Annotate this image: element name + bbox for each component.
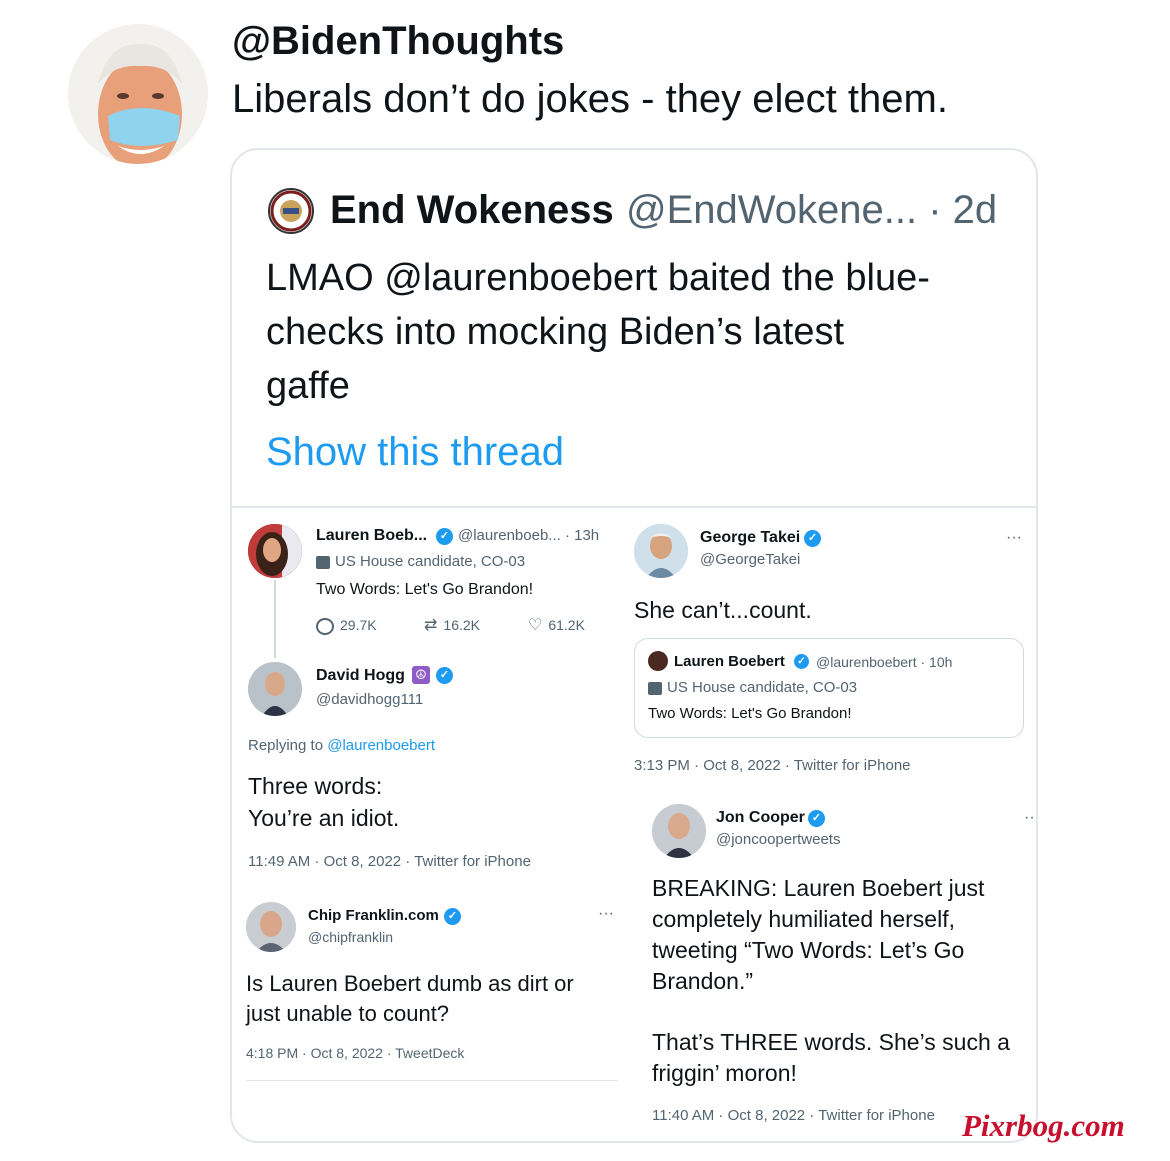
cooper-text-line5: That’s THREE words. She’s such a [652,1029,1010,1055]
reply-count: 29.7K [340,617,377,633]
person-photo-icon [652,804,706,858]
retweet-icon: ⇄ [424,617,438,635]
biden-face-icon [68,24,208,164]
quoted-text-line2: checks into mocking Biden’s latest [266,311,845,353]
cooper-handle: @joncoopertweets [716,831,841,848]
boebert-affiliation-row: US House candidate, CO-03 [316,552,525,572]
takei-quote-affiliation: US House candidate, CO-03 [667,679,858,696]
avatar-bidenthoughts[interactable] [68,24,208,164]
verified-badge-icon: ✓ [436,528,453,545]
watermark: Pixrbog.com [962,1108,1125,1143]
quoted-text-line1: LMAO @laurenboebert baited the blue- [266,257,930,299]
building-icon [648,681,662,695]
person-photo-icon [248,662,302,716]
boebert-affiliation: US House candidate, CO-03 [335,553,526,570]
like-icon: ♡ [528,617,543,635]
takei-quote-name: Lauren Boebert [674,653,785,670]
reply-icon [316,617,334,635]
retweet-action[interactable]: ⇄ 16.2K [424,616,480,635]
cooper-name[interactable]: Jon Cooper [716,808,805,828]
boebert-avatar[interactable] [248,524,302,578]
quote-affiliation-row: US House candidate, CO-03 [648,678,857,698]
franklin-text-line2: just unable to count? [246,1001,450,1026]
hogg-text-line1: Three words: [248,773,383,799]
more-icon[interactable]: ·· [1024,808,1035,828]
franklin-meta: 4:18 PM · Oct 8, 2022 · TweetDeck [246,1045,465,1061]
more-icon[interactable]: ··· [1006,528,1022,548]
boebert-handle-time: @laurenboeb... · 13h [458,527,600,544]
verified-badge-icon: ✓ [794,654,809,669]
more-icon[interactable]: ··· [598,904,614,924]
takei-quote-handle-time: @laurenboebert · 10h [816,654,953,670]
person-photo-icon [248,524,302,578]
tweet-handle[interactable]: @BidenThoughts [232,16,564,66]
franklin-name[interactable]: Chip Franklin.com [308,906,439,926]
verified-badge-icon: ✓ [808,810,825,827]
verified-badge-icon: ✓ [804,530,821,547]
show-thread-link[interactable]: Show this thread [266,428,564,476]
embedded-image-divider [232,506,1036,508]
cooper-text-line3: tweeting “Two Words: Let’s Go [652,937,965,963]
building-icon [316,555,330,569]
takei-handle: @GeorgeTakei [700,551,801,568]
replying-to-row: Replying to @laurenboebert [248,736,435,756]
takei-meta: 3:13 PM · Oct 8, 2022 · Twitter for iPho… [634,757,911,774]
cooper-text-line2: completely humiliated herself, [652,906,955,932]
hogg-avatar[interactable] [248,662,302,716]
hogg-meta: 11:49 AM · Oct 8, 2022 · Twitter for iPh… [248,853,531,870]
peace-icon: ☮ [412,666,430,684]
verified-badge-icon: ✓ [444,908,461,925]
takei-text: She can’t...count. [634,597,812,623]
verified-badge-icon: ✓ [436,667,453,684]
franklin-bottom-divider [246,1080,618,1081]
hogg-text-line2: You’re an idiot. [248,805,400,831]
cooper-text-line1: BREAKING: Lauren Boebert just [652,875,985,901]
like-count: 61.2K [548,617,585,633]
hogg-name[interactable]: David Hogg [316,666,405,686]
franklin-handle: @chipfranklin [308,929,394,945]
boebert-name[interactable]: Lauren Boeb... [316,526,427,546]
quoted-author-name[interactable]: End Wokeness [330,186,614,234]
takei-name[interactable]: George Takei [700,528,800,548]
tweet-text: Liberals don’t do jokes - they elect the… [232,77,948,121]
franklin-text-line1: Is Lauren Boebert dumb as dirt or [246,971,574,996]
endwokeness-avatar[interactable] [268,188,314,234]
replying-to-link[interactable]: @laurenboebert [327,737,435,754]
takei-avatar[interactable] [634,524,688,578]
reply-action[interactable]: 29.7K [316,616,377,635]
person-photo-icon [246,902,296,952]
like-action[interactable]: ♡ 61.2K [528,616,585,635]
cooper-text-line4: Brandon.” [652,968,754,994]
cooper-text-line6: friggin’ moron! [652,1060,797,1086]
thread-connector-line [274,580,276,658]
takei-quote-text: Two Words: Let's Go Brandon! [648,705,852,722]
hogg-handle: @davidhogg111 [316,691,424,708]
cooper-meta: 11:40 AM · Oct 8, 2022 · Twitter for iPh… [652,1107,935,1124]
boebert-tweet-text: Two Words: Let's Go Brandon! [316,581,534,598]
franklin-avatar[interactable] [246,902,296,952]
seal-logo-icon [270,190,312,232]
person-photo-icon [634,524,688,578]
replying-prefix: Replying to [248,737,324,754]
cooper-avatar[interactable] [652,804,706,858]
quoted-text-line3: gaffe [266,365,350,407]
quoted-handle-time: @EndWokene... · 2d [626,188,998,232]
quote-boebert-avatar [648,651,668,671]
retweet-count: 16.2K [443,617,480,633]
